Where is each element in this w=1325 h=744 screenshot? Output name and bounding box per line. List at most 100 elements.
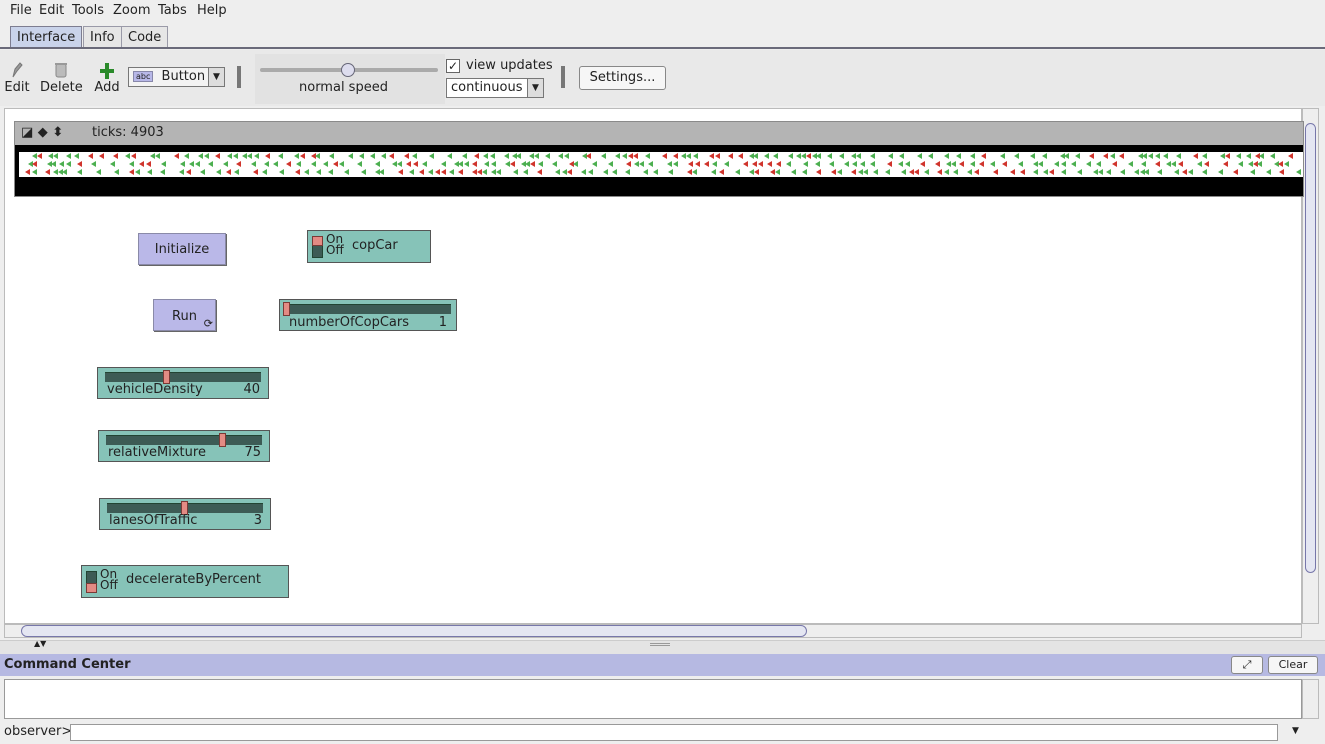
car-agent <box>681 153 686 159</box>
splitter-grip-icon[interactable] <box>650 643 670 646</box>
horizontal-scroll-thumb[interactable] <box>21 625 807 637</box>
car-agent <box>53 153 58 159</box>
deceleratebypercent-switch[interactable]: On Off decelerateByPercent <box>81 565 289 598</box>
car-agent <box>329 153 334 159</box>
car-agent <box>1202 169 1207 175</box>
relativemixture-slider[interactable]: relativeMixture 75 <box>98 430 270 462</box>
lanesoftraffic-slider[interactable]: lanesOfTraffic 3 <box>99 498 271 530</box>
initialize-button[interactable]: Initialize <box>138 233 226 265</box>
car-agent <box>462 153 467 159</box>
car-agent <box>1033 169 1038 175</box>
slider-knob[interactable] <box>283 302 290 316</box>
car-agent <box>226 169 231 175</box>
tab-divider <box>0 47 1325 49</box>
car-agent <box>564 153 569 159</box>
car-agent <box>1238 161 1243 167</box>
menu-file[interactable]: File <box>10 3 32 18</box>
car-agent <box>200 169 205 175</box>
edit-tool[interactable]: Edit <box>4 60 30 95</box>
slider-track[interactable] <box>105 372 261 382</box>
car-agent <box>558 153 563 159</box>
pane-splitter[interactable]: ▲▼ <box>0 639 1325 654</box>
menu-zoom[interactable]: Zoom <box>113 3 150 18</box>
run-button[interactable]: Run ⟳ <box>153 299 216 331</box>
slider-label: numberOfCopCars <box>289 315 409 330</box>
vehicledensity-slider[interactable]: vehicleDensity 40 <box>97 367 269 399</box>
car-agent <box>1270 153 1275 159</box>
add-tool[interactable]: Add <box>93 60 121 95</box>
slider-knob[interactable] <box>219 433 226 447</box>
vertical-scroll-thumb[interactable] <box>1305 123 1316 573</box>
car-agent <box>189 161 194 167</box>
switch-knob[interactable] <box>312 236 323 246</box>
menu-tabs[interactable]: Tabs <box>158 3 187 18</box>
switch-knob[interactable] <box>86 583 97 593</box>
car-agent <box>1020 169 1025 175</box>
car-agent <box>1134 169 1139 175</box>
car-agent <box>643 169 648 175</box>
car-agent <box>898 161 903 167</box>
car-agent <box>370 153 375 159</box>
car-agent <box>375 161 380 167</box>
car-agent <box>688 161 693 167</box>
car-agent <box>628 153 633 159</box>
delete-tool[interactable]: Delete <box>40 60 83 95</box>
menu-edit[interactable]: Edit <box>39 3 64 18</box>
car-agent <box>53 169 58 175</box>
clear-button[interactable]: Clear <box>1268 656 1318 674</box>
menu-help[interactable]: Help <box>197 3 227 18</box>
splitter-arrows-icon[interactable]: ▲▼ <box>34 639 46 648</box>
menu-tools[interactable]: Tools <box>72 3 104 18</box>
widget-type-value: Button <box>161 69 206 84</box>
car-agent <box>944 153 949 159</box>
trash-icon <box>55 63 67 78</box>
car-agent <box>472 169 477 175</box>
car-agent <box>870 153 875 159</box>
car-agent <box>113 153 118 159</box>
expand-icon: ⤢ <box>1242 658 1252 671</box>
command-output-scrollbar[interactable] <box>1302 679 1319 719</box>
car-agent <box>344 169 349 175</box>
car-agent <box>1155 153 1160 159</box>
slider-track[interactable] <box>283 304 451 314</box>
car-agent <box>1054 161 1059 167</box>
tab-code[interactable]: Code <box>121 26 169 49</box>
chevron-down-icon[interactable]: ▼ <box>1292 726 1299 736</box>
command-output[interactable] <box>4 679 1302 719</box>
car-agent <box>504 153 509 159</box>
workspace-vertical-scrollbar[interactable] <box>1302 108 1319 624</box>
car-agent <box>634 161 639 167</box>
car-agent <box>752 161 757 167</box>
car-agent <box>1061 169 1066 175</box>
command-center-title: Command Center <box>4 657 131 672</box>
car-agent <box>837 169 842 175</box>
numberofcopcars-slider[interactable]: numberOfCopCars 1 <box>279 299 457 331</box>
car-agent <box>1093 169 1098 175</box>
tab-interface[interactable]: Interface <box>10 26 83 49</box>
view-controls-icon[interactable]: ◪ ◆ ⬍ <box>21 125 63 140</box>
widget-type-select[interactable]: abc Button ▼ <box>128 67 225 87</box>
command-input[interactable] <box>70 724 1278 741</box>
workspace-horizontal-scrollbar[interactable] <box>4 624 1302 638</box>
car-agent <box>801 153 806 159</box>
slider-track[interactable] <box>106 435 262 445</box>
car-agent <box>357 161 362 167</box>
car-agent <box>174 153 179 159</box>
car-agent <box>208 161 213 167</box>
view-updates-checkbox[interactable]: ✓ <box>446 59 460 73</box>
car-agent <box>951 161 956 167</box>
car-agent <box>505 161 510 167</box>
car-agent <box>552 161 557 167</box>
car-agent <box>129 161 134 167</box>
observer-label[interactable]: observer> <box>4 724 72 739</box>
car-agent <box>204 153 209 159</box>
expand-button[interactable]: ⤢ <box>1231 656 1263 674</box>
update-mode-select[interactable]: continuous ▼ <box>446 78 544 98</box>
tab-info[interactable]: Info <box>83 26 122 49</box>
car-agent <box>1106 169 1111 175</box>
copcar-switch[interactable]: On Off copCar <box>307 230 431 263</box>
toolbar-separator <box>237 66 241 88</box>
car-agent <box>1002 161 1007 167</box>
speed-slider-knob[interactable] <box>341 63 355 77</box>
settings-button[interactable]: Settings... <box>579 66 666 90</box>
